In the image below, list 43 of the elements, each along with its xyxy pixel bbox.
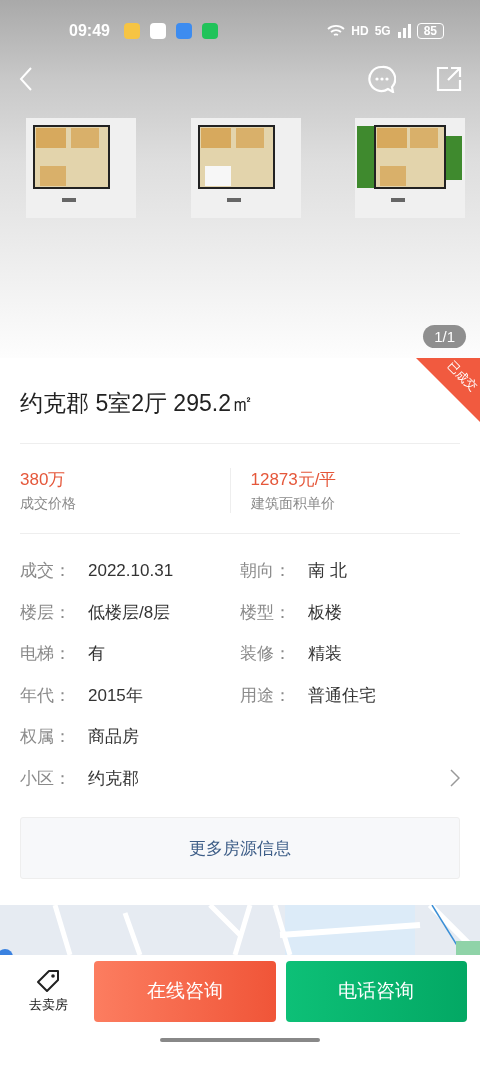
detail-value: 低楼层/8层: [88, 601, 171, 624]
notification-icon: [149, 23, 166, 39]
detail-value: 南 北: [308, 560, 347, 583]
detail-value: 约克郡: [88, 767, 139, 790]
detail-label: 小区：: [20, 767, 72, 790]
detail-label: 朝向：: [240, 560, 292, 583]
chevron-right-icon[interactable]: [450, 769, 460, 788]
price-label: 成交价格: [20, 495, 77, 513]
detail-value: 普通住宅: [308, 684, 376, 707]
detail-label: 楼层：: [20, 601, 72, 624]
back-button[interactable]: [18, 66, 34, 92]
price-value: 12873元/平: [250, 469, 338, 491]
notification-icon: [123, 23, 140, 39]
signal-icon: [396, 24, 411, 38]
notification-icon: [175, 23, 192, 39]
sell-home-button[interactable]: 去卖房: [20, 968, 76, 1014]
detail-label: 年代：: [20, 684, 72, 707]
price-label: 建筑面积单价: [250, 495, 336, 513]
detail-label: 电梯：: [20, 643, 72, 666]
network-label: 5G: [374, 24, 391, 38]
detail-label: 用途：: [240, 684, 292, 707]
notification-icon: [201, 23, 218, 39]
detail-value: 有: [88, 643, 105, 666]
image-counter: 1/1: [423, 325, 466, 348]
detail-label: 装修：: [240, 643, 292, 666]
detail-value: 2022.10.31: [88, 560, 174, 581]
wifi-icon: [327, 24, 346, 38]
status-time: 09:49: [69, 22, 110, 40]
tag-icon: [35, 968, 61, 994]
status-ribbon: 已成交: [416, 358, 480, 422]
share-button[interactable]: [436, 66, 462, 92]
more-info-button[interactable]: 更多房源信息: [20, 817, 460, 879]
detail-value: 2015年: [88, 684, 143, 707]
detail-label: 楼型：: [240, 601, 292, 624]
chat-button[interactable]: [368, 65, 396, 93]
price-value: 380万: [20, 469, 67, 491]
hd-label: HD: [351, 24, 369, 38]
detail-value: 板楼: [308, 601, 342, 624]
detail-value: 商品房: [88, 726, 139, 749]
detail-label: 成交：: [20, 560, 72, 583]
battery-level: 85: [416, 23, 444, 39]
detail-value: 精装: [308, 643, 342, 666]
detail-label: 权属：: [20, 726, 72, 749]
